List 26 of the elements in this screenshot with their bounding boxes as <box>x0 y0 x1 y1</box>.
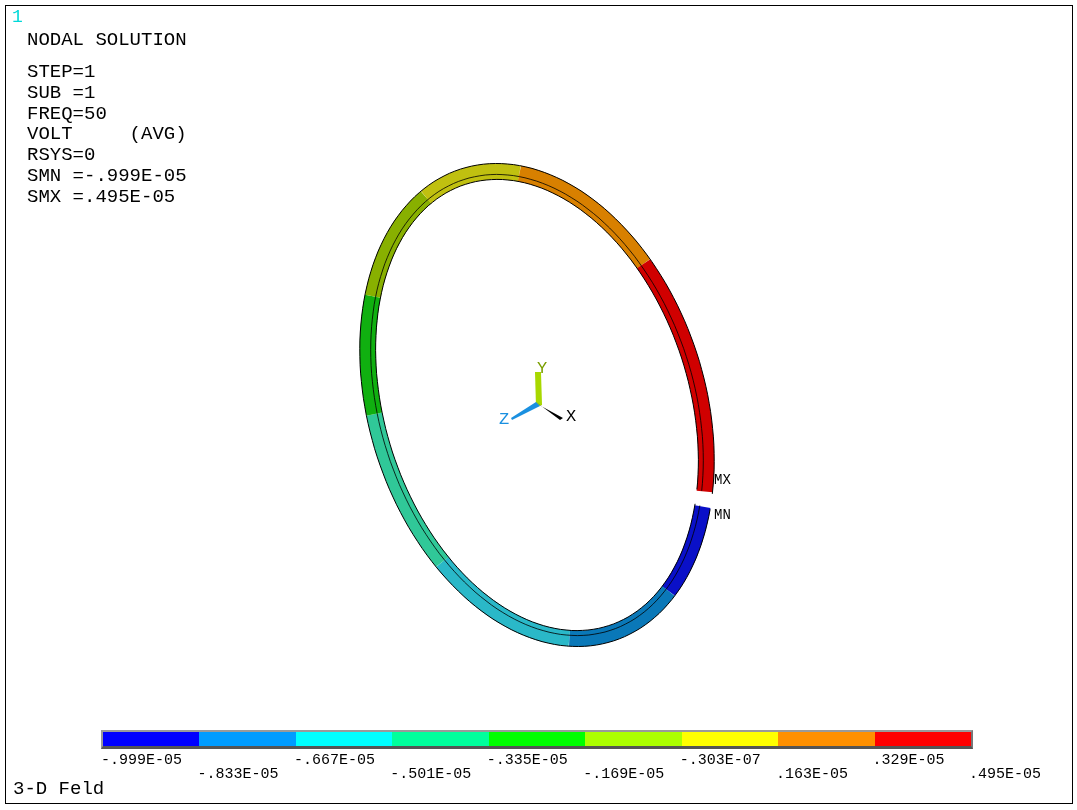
y-axis-label: Y <box>537 359 548 378</box>
scale-value-label: -.501E-05 <box>390 767 472 783</box>
info-line: SUB =1 <box>27 82 97 104</box>
info-line: SMN =-.999E-05 <box>27 166 187 187</box>
info-line: FREQ=50 <box>27 103 108 125</box>
scale-value-label: -.667E-05 <box>293 753 375 769</box>
axis-triad-drawing <box>511 372 563 420</box>
scale-value-label: -.169E-05 <box>583 767 665 783</box>
info-line: VOLT (AVG) <box>27 124 187 146</box>
scale-value-label: .329E-05 <box>872 753 945 769</box>
max-marker-label: MX <box>714 472 731 488</box>
scale-value-label: .495E-05 <box>969 767 1041 783</box>
info-line: SMX =.495E-05 <box>27 186 177 208</box>
scale-value-label: -.999E-05 <box>101 753 182 769</box>
scale-value-label: -.833E-05 <box>197 767 279 783</box>
z-axis-label: Z <box>499 410 510 429</box>
info-line: STEP=1 <box>27 62 97 83</box>
scale-value-label: -.335E-05 <box>486 753 568 769</box>
model-title: 3-D Feld <box>13 779 105 799</box>
x-axis-label: X <box>566 407 577 426</box>
plot-title: NODAL SOLUTION <box>27 30 187 51</box>
min-marker-label: MN <box>714 507 731 523</box>
window-number: 1 <box>12 7 23 27</box>
info-line: RSYS=0 <box>27 145 97 166</box>
scale-value-label: -.303E-07 <box>679 753 761 769</box>
scale-value-label: .163E-05 <box>776 767 849 783</box>
